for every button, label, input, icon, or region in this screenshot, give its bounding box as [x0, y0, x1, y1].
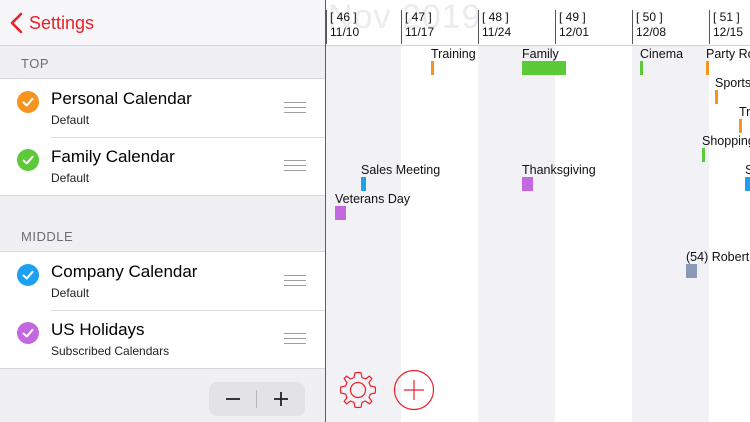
week-number: [ 49 ]	[559, 10, 586, 24]
checkmark-icon[interactable]	[17, 264, 39, 286]
checkmark-icon[interactable]	[17, 91, 39, 113]
calendar-group-top: Personal Calendar Default Family Calenda…	[0, 78, 325, 196]
settings-panel: Settings TOP Personal Calendar Default F…	[0, 0, 325, 422]
checkmark-icon[interactable]	[17, 149, 39, 171]
event-bar-s[interactable]	[745, 177, 750, 191]
week-header: [ 49 ] 12/01	[555, 10, 589, 44]
calendar-subtitle: Subscribed Calendars	[51, 344, 170, 358]
event-label-shopping[interactable]: Shopping	[702, 134, 750, 148]
event-bar-robert[interactable]	[686, 264, 697, 278]
event-label-veterans-day[interactable]: Veterans Day	[335, 192, 410, 206]
calendar-row-personal[interactable]: Personal Calendar Default	[0, 79, 325, 137]
timeline-view[interactable]: Nov 2019 [ 46 ] 11/10 [ 47 ] 11/17 [ 48 …	[326, 0, 750, 422]
week-header: [ 50 ] 12/08	[632, 10, 666, 44]
reorder-handle-icon[interactable]	[284, 102, 306, 114]
back-button-label: Settings	[29, 12, 95, 33]
event-label-training[interactable]: Training	[431, 47, 476, 61]
event-bar-family[interactable]	[522, 61, 566, 75]
event-bar-sales-meeting[interactable]	[361, 177, 366, 191]
event-label-s[interactable]: S	[745, 163, 750, 177]
week-date: 12/15	[713, 25, 744, 39]
week-header: [ 47 ] 11/17	[401, 10, 434, 44]
event-label-cinema[interactable]: Cinema	[640, 47, 683, 61]
calendar-subtitle: Default	[51, 113, 90, 127]
event-label-sports[interactable]: Sports	[715, 76, 750, 90]
event-bar-veterans-day[interactable]	[335, 206, 346, 220]
reorder-handle-icon[interactable]	[284, 160, 306, 172]
week-header: [ 46 ] 11/10	[326, 10, 359, 44]
minus-button[interactable]	[209, 382, 257, 416]
event-bar-sports[interactable]	[715, 90, 718, 104]
calendar-group-middle: Company Calendar Default US Holidays Sub…	[0, 251, 325, 369]
calendar-name: Company Calendar	[51, 262, 198, 281]
week-number: [ 48 ]	[482, 10, 509, 24]
plus-circle-icon	[393, 369, 435, 411]
week-header: [ 51 ] 12/15	[709, 10, 743, 44]
week-band	[632, 46, 709, 422]
back-button[interactable]: Settings	[10, 9, 94, 37]
settings-gear-button[interactable]	[337, 369, 379, 411]
section-header-middle: MIDDLE	[21, 229, 74, 244]
event-bar-training[interactable]	[431, 61, 434, 75]
week-date: 11/10	[330, 25, 360, 39]
event-label-sales-meeting[interactable]: Sales Meeting	[361, 163, 440, 177]
week-number: [ 50 ]	[636, 10, 663, 24]
week-header: [ 48 ] 11/24	[478, 10, 511, 44]
week-band	[478, 46, 555, 422]
event-label-tr[interactable]: Tr	[739, 105, 750, 119]
reorder-handle-icon[interactable]	[284, 275, 306, 287]
chevron-left-icon	[10, 12, 23, 34]
calendar-subtitle: Default	[51, 286, 90, 300]
section-header-top: TOP	[21, 56, 49, 71]
event-label-party[interactable]: Party Ro	[706, 47, 750, 61]
calendar-name: Personal Calendar	[51, 89, 192, 108]
gear-icon	[339, 371, 377, 409]
week-date: 11/17	[405, 25, 435, 39]
event-bar-thanksgiving[interactable]	[522, 177, 533, 191]
event-bar-shopping[interactable]	[702, 148, 705, 162]
event-label-family[interactable]: Family	[522, 47, 559, 61]
week-band	[326, 46, 401, 422]
calendar-row-us-holidays[interactable]: US Holidays Subscribed Calendars	[0, 310, 325, 368]
week-date: 12/01	[559, 25, 590, 39]
plus-button[interactable]	[257, 382, 305, 416]
week-number: [ 47 ]	[405, 10, 432, 24]
calendar-subtitle: Default	[51, 171, 90, 185]
plus-icon	[274, 392, 288, 406]
checkmark-icon[interactable]	[17, 322, 39, 344]
event-bar-tr[interactable]	[739, 119, 742, 133]
event-label-thanksgiving[interactable]: Thanksgiving	[522, 163, 596, 177]
calendar-row-company[interactable]: Company Calendar Default	[0, 252, 325, 310]
calendar-name: US Holidays	[51, 320, 145, 339]
calendar-name: Family Calendar	[51, 147, 175, 166]
week-date: 11/24	[482, 25, 512, 39]
week-date: 12/08	[636, 25, 667, 39]
event-bar-cinema[interactable]	[640, 61, 643, 75]
reorder-handle-icon[interactable]	[284, 333, 306, 345]
event-label-robert[interactable]: (54) Robert	[686, 250, 749, 264]
calendar-row-family[interactable]: Family Calendar Default	[0, 137, 325, 195]
header-divider	[326, 45, 750, 46]
zoom-stepper	[209, 382, 305, 416]
minus-icon	[226, 398, 240, 400]
add-event-button[interactable]	[393, 369, 435, 411]
event-bar-party[interactable]	[706, 61, 709, 75]
week-number: [ 46 ]	[330, 10, 357, 24]
week-number: [ 51 ]	[713, 10, 740, 24]
navigation-bar: Settings	[0, 0, 325, 46]
